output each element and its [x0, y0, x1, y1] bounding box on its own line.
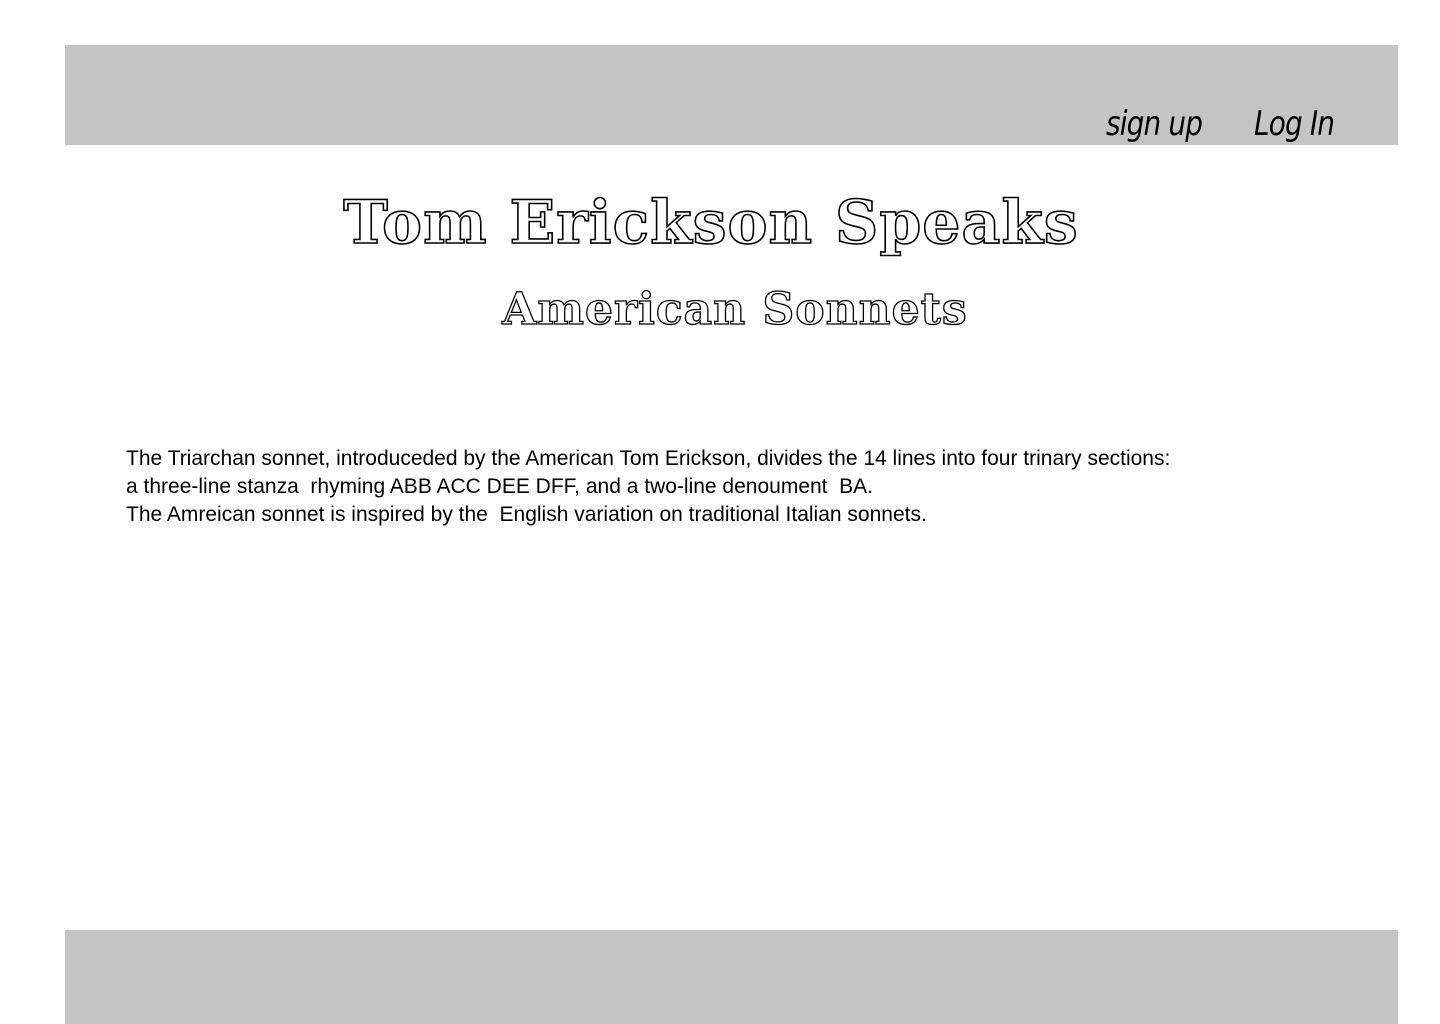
description-line: a three-line stanza rhyming ABB ACC DEE …: [126, 475, 874, 498]
page: sign up Log In Tom Erickson Speaks Ameri…: [0, 0, 1440, 1024]
log-in-link[interactable]: Log In: [1254, 104, 1335, 144]
footer-bar: [65, 930, 1398, 1024]
sign-up-link[interactable]: sign up: [1106, 104, 1203, 144]
description-line: The Amreican sonnet is inspired by the E…: [126, 503, 927, 526]
page-title: Tom Erickson Speaks: [342, 187, 1079, 259]
description-line: The Triarchan sonnet, introduceded by th…: [126, 447, 1171, 470]
page-subtitle: American Sonnets: [502, 283, 968, 335]
sonnet-description: The Triarchan sonnet, introduceded by th…: [126, 445, 1356, 529]
